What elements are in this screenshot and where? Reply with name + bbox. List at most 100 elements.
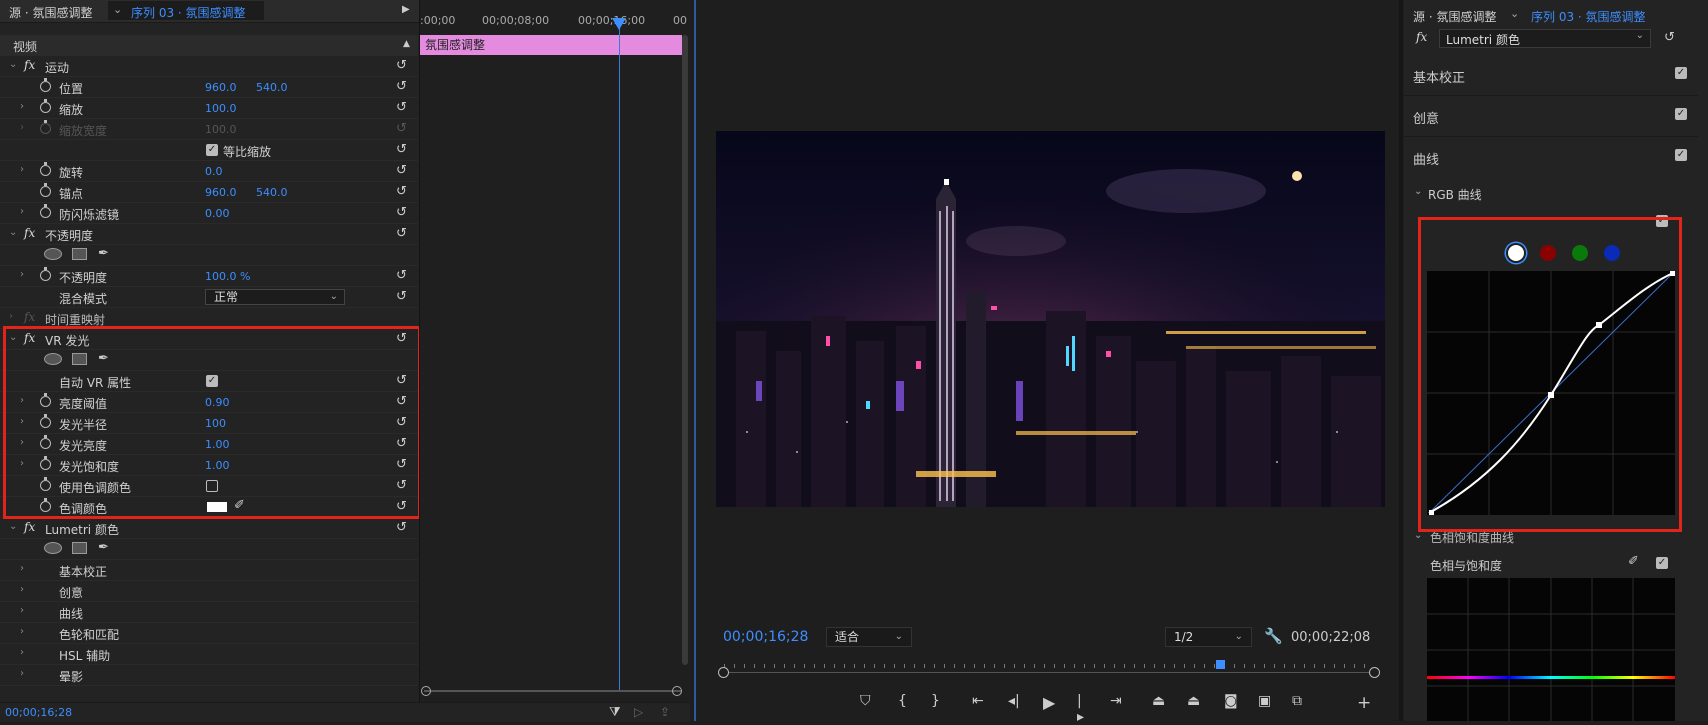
lumetri-item[interactable]: › 曲线 [0, 602, 418, 623]
scroll-handle-right[interactable] [672, 686, 682, 696]
fit-zoom-select[interactable]: 适合 ⌄ [826, 627, 912, 647]
program-timecode[interactable]: 00;00;16;28 [723, 629, 808, 645]
chevron-down-icon[interactable]: ⌄ [1510, 7, 1519, 20]
reset-icon[interactable]: ↺ [396, 205, 407, 220]
fx-icon[interactable]: fx [24, 58, 35, 72]
lumetri-source-label[interactable]: 源 · 氛围感调整 [1413, 8, 1496, 25]
play-audio-icon[interactable]: ▷ [634, 705, 643, 719]
expand-chevron-icon[interactable]: › [20, 164, 24, 175]
uniform-scale-checkbox[interactable]: ✓ [206, 144, 218, 156]
effect-timeline[interactable] [419, 0, 691, 702]
ellipse-mask-icon[interactable] [44, 542, 62, 554]
expand-chevron-icon[interactable]: ⌄ [9, 59, 17, 70]
scale-value[interactable]: 100.0 [205, 102, 237, 115]
lumetri-effect-select[interactable]: Lumetri 颜色 ⌄ [1439, 29, 1651, 48]
expand-chevron-icon[interactable]: › [20, 605, 24, 616]
blend-mode-select[interactable]: 正常 ⌄ [205, 289, 345, 305]
position-x-value[interactable]: 960.0 [205, 81, 237, 94]
reset-icon[interactable]: ↺ [396, 289, 407, 304]
section-enable-checkbox[interactable]: ✓ [1675, 108, 1687, 120]
rectangle-mask-icon[interactable] [72, 542, 87, 554]
expand-chevron-icon[interactable]: › [9, 311, 13, 322]
lumetri-item[interactable]: › 创意 [0, 581, 418, 602]
expand-chevron-icon[interactable]: › [20, 647, 24, 658]
fx-icon[interactable]: fx [24, 520, 35, 534]
go-to-out-icon[interactable]: ⇥ [1110, 693, 1122, 709]
reset-icon[interactable]: ↺ [396, 79, 407, 94]
stopwatch-icon[interactable] [40, 183, 51, 197]
eyedropper-icon[interactable]: ✐ [1628, 554, 1639, 569]
expand-chevron-icon[interactable]: ⌄ [9, 521, 17, 532]
resolution-select[interactable]: 1/2 ⌄ [1165, 627, 1252, 647]
anchor-y-value[interactable]: 540.0 [256, 186, 288, 199]
mark-out-icon[interactable]: } [931, 693, 940, 709]
program-scrubber[interactable] [718, 660, 1380, 678]
scrubber-playhead[interactable] [1216, 660, 1225, 669]
hue-vs-sat-graph[interactable] [1427, 578, 1675, 721]
rectangle-mask-icon[interactable] [72, 248, 87, 260]
expand-chevron-icon[interactable]: ⌄ [1414, 530, 1422, 541]
reset-icon[interactable]: ↺ [396, 142, 407, 157]
position-y-value[interactable]: 540.0 [256, 81, 288, 94]
stopwatch-icon[interactable] [40, 78, 51, 92]
current-timecode[interactable]: 00;00;16;28 [5, 706, 72, 719]
vertical-scrollbar[interactable] [682, 35, 688, 665]
reset-icon[interactable]: ↺ [396, 58, 407, 73]
rotation-value[interactable]: 0.0 [205, 165, 223, 178]
export-icon[interactable]: ⇪ [660, 705, 670, 719]
expand-chevron-icon[interactable]: › [20, 626, 24, 637]
effect-motion[interactable]: ⌄ fx 运动 ↺ [0, 56, 418, 77]
source-clip-label[interactable]: 源 · 氛围感调整 [9, 4, 92, 21]
scrubber-in-handle[interactable] [718, 667, 729, 678]
reset-icon[interactable]: ↺ [396, 520, 407, 535]
playhead-line[interactable] [619, 22, 620, 690]
add-button-icon[interactable]: + [1357, 693, 1371, 713]
section-enable-checkbox[interactable]: ✓ [1675, 67, 1687, 79]
go-to-in-icon[interactable]: ⇤ [972, 693, 984, 709]
expand-chevron-icon[interactable]: › [20, 668, 24, 679]
expand-chevron-icon[interactable]: › [20, 269, 24, 280]
toggle-proxies-icon[interactable]: ⧉ [1292, 693, 1302, 709]
stopwatch-icon[interactable] [40, 162, 51, 176]
timeline-ruler[interactable]: :00;00 00;00;08;00 00;00;16;00 00 [420, 14, 687, 32]
fx-icon[interactable]: fx [24, 226, 35, 240]
lumetri-item[interactable]: › 基本校正 [0, 560, 418, 581]
stopwatch-icon[interactable] [40, 99, 51, 113]
hue-sat-curves-title[interactable]: 色相饱和度曲线 [1430, 529, 1514, 546]
chevron-down-icon[interactable]: ⌄ [113, 3, 122, 16]
rgb-curves-title[interactable]: RGB 曲线 [1428, 186, 1482, 203]
lumetri-item[interactable]: › 晕影 [0, 665, 418, 686]
effect-opacity[interactable]: ⌄ fx 不透明度 ↺ [0, 224, 418, 245]
filter-icon[interactable]: ⧩ [609, 705, 621, 720]
scroll-handle-left[interactable] [421, 686, 431, 696]
sequence-clip-label[interactable]: 序列 03 · 氛围感调整 [131, 4, 246, 21]
program-video-frame[interactable] [716, 131, 1385, 507]
stopwatch-icon[interactable] [40, 267, 51, 281]
lumetri-item[interactable]: › 色轮和匹配 [0, 623, 418, 644]
opacity-value[interactable]: 100.0 % [205, 270, 250, 283]
hue-vs-sat-checkbox[interactable]: ✓ [1656, 557, 1668, 569]
reset-icon[interactable]: ↺ [396, 268, 407, 283]
lumetri-item[interactable]: › HSL 辅助 [0, 644, 418, 665]
expand-chevron-icon[interactable]: ⌄ [1414, 186, 1422, 197]
reset-icon[interactable]: ↺ [396, 163, 407, 178]
reset-icon[interactable]: ↺ [1664, 30, 1675, 45]
ellipse-mask-icon[interactable] [44, 248, 62, 260]
play-icon[interactable]: ▶ [1043, 693, 1055, 712]
antiflicker-value[interactable]: 0.00 [205, 207, 230, 220]
step-forward-icon[interactable]: |▸ [1077, 693, 1084, 725]
lumetri-sequence-label[interactable]: 序列 03 · 氛围感调整 [1531, 8, 1646, 25]
horizontal-scrollbar[interactable] [424, 690, 682, 692]
section-curves[interactable]: 曲线 ✓ [1404, 137, 1698, 177]
timeline-clip[interactable]: 氛围感调整 [420, 35, 682, 55]
lift-icon[interactable]: ⏏ [1152, 693, 1165, 709]
anchor-x-value[interactable]: 960.0 [205, 186, 237, 199]
scrubber-out-handle[interactable] [1369, 667, 1380, 678]
play-triangle-icon[interactable]: ▶ [402, 4, 410, 15]
comparison-view-icon[interactable]: ▣ [1258, 693, 1271, 709]
stopwatch-icon[interactable] [40, 204, 51, 218]
effect-lumetri[interactable]: ⌄ fx Lumetri 颜色 ↺ [0, 518, 418, 539]
section-basic-correction[interactable]: 基本校正 ✓ [1404, 55, 1698, 96]
reset-icon[interactable]: ↺ [396, 226, 407, 241]
wrench-icon[interactable]: 🔧 [1264, 627, 1283, 645]
